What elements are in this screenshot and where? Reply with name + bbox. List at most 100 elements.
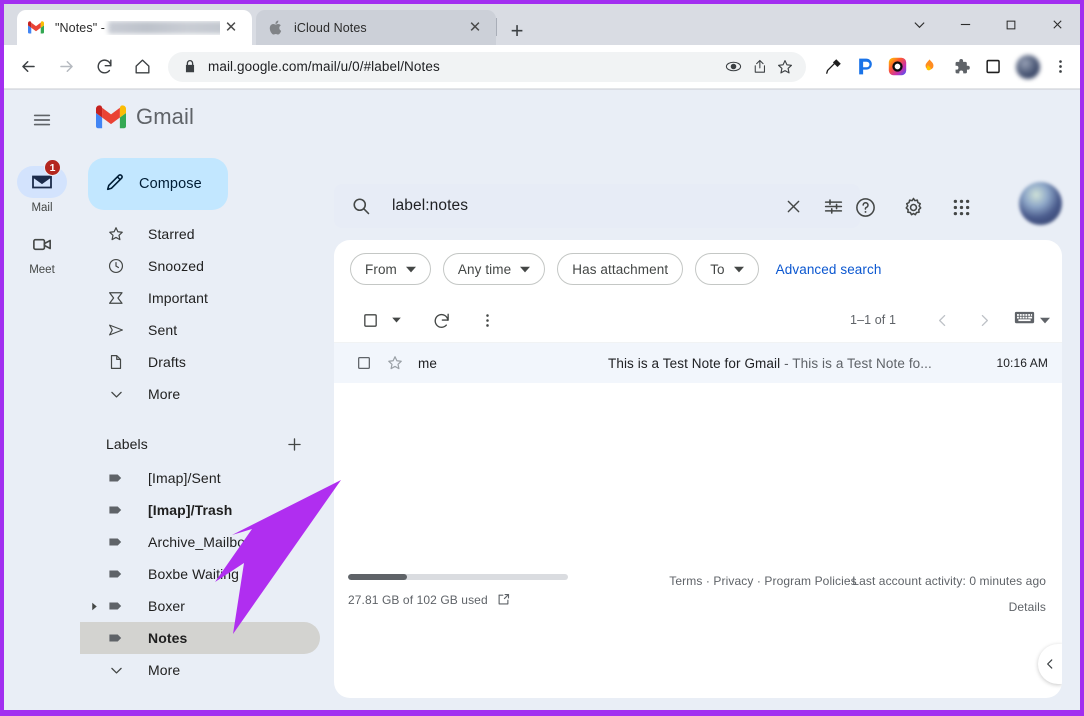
sidebar-label-text: Boxbe Waiting List — [148, 566, 265, 582]
activity-details-link[interactable]: Details — [852, 600, 1046, 614]
chevron-down-icon — [406, 266, 416, 273]
keyboard-shortcut-control[interactable] — [1014, 310, 1050, 330]
view-icon[interactable] — [720, 54, 746, 80]
collapse-panel-button[interactable] — [1038, 644, 1062, 684]
share-icon[interactable] — [746, 54, 772, 80]
browser-tab-gmail[interactable]: "Notes" - ✕ — [17, 10, 252, 45]
home-icon[interactable] — [128, 53, 156, 81]
chevron-down-icon[interactable] — [896, 4, 942, 45]
filter-chip-any-time[interactable]: Any time — [443, 253, 545, 285]
eyedropper-icon[interactable] — [820, 54, 846, 80]
back-arrow-icon[interactable] — [14, 53, 42, 81]
puzzle-extensions-icon[interactable] — [948, 54, 974, 80]
browser-profile-avatar[interactable] — [1016, 55, 1040, 79]
reload-icon[interactable] — [90, 53, 118, 81]
sidebar-item-drafts[interactable]: Drafts — [80, 346, 320, 378]
gmail-nav-list: Starred Snoozed Important — [80, 218, 334, 410]
chip-label: Has attachment — [572, 262, 668, 277]
browser-toolbar: mail.google.com/mail/u/0/#label/Notes — [4, 45, 1080, 89]
minimize-icon[interactable] — [942, 4, 988, 45]
sidebar-label-imap-sent[interactable]: [Imap]/Sent — [80, 462, 320, 494]
pdf-extension-icon[interactable] — [852, 54, 878, 80]
chevron-down-icon — [734, 266, 744, 273]
checkbox-icon[interactable] — [354, 353, 374, 373]
account-avatar[interactable] — [1019, 182, 1062, 225]
mail-list-card: From Any time Has attachment To — [334, 240, 1062, 698]
gmail-app: 1 Mail Meet — [4, 90, 1080, 710]
storage-section: 27.81 GB of 102 GB used — [348, 570, 598, 607]
close-icon[interactable] — [1034, 4, 1080, 45]
gmail-footer: 27.81 GB of 102 GB used Terms · Privacy … — [348, 570, 1046, 620]
filter-chip-to[interactable]: To — [695, 253, 758, 285]
sidebar-label-text: Notes — [148, 630, 187, 646]
browser-tab-icloud[interactable]: iCloud Notes ✕ — [256, 10, 496, 45]
video-camera-icon — [17, 228, 67, 260]
sidebar-label-text: [Imap]/Trash — [148, 502, 232, 518]
bookmark-star-icon[interactable] — [772, 54, 798, 80]
chevron-down-icon — [1040, 317, 1050, 324]
forward-arrow-icon — [52, 53, 80, 81]
keyboard-icon — [1014, 310, 1035, 330]
google-apps-icon[interactable] — [944, 190, 978, 224]
star-outline-icon[interactable] — [384, 352, 406, 374]
sidebar-item-more[interactable]: More — [80, 378, 320, 410]
refresh-icon[interactable] — [425, 304, 457, 336]
mail-list: me This is a Test Note for Gmail - This … — [334, 342, 1062, 383]
hamburger-menu-icon[interactable] — [26, 104, 58, 136]
rail-item-mail[interactable]: 1 Mail — [4, 166, 80, 214]
sidebar-item-important[interactable]: Important — [80, 282, 320, 314]
chevron-right-icon[interactable] — [89, 601, 99, 611]
advanced-search-link[interactable]: Advanced search — [776, 262, 882, 277]
sidebar-labels-more[interactable]: More — [80, 654, 320, 686]
external-link-icon[interactable] — [496, 592, 511, 607]
sidebar-label-notes[interactable]: Notes — [80, 622, 320, 654]
three-dot-menu-icon[interactable] — [1048, 58, 1072, 75]
new-tab-button[interactable]: + — [504, 18, 530, 44]
close-icon[interactable]: ✕ — [220, 17, 242, 39]
sidebar-item-starred[interactable]: Starred — [80, 218, 320, 250]
camera-extension-icon[interactable] — [884, 54, 910, 80]
rail-item-meet[interactable]: Meet — [4, 228, 80, 276]
honey-extension-icon[interactable] — [916, 54, 942, 80]
sidebar-item-snoozed[interactable]: Snoozed — [80, 250, 320, 282]
checkbox-icon[interactable] — [354, 304, 386, 336]
sidebar-item-label: More — [148, 386, 180, 402]
three-dot-menu-icon[interactable] — [471, 304, 503, 336]
chevron-down-icon — [106, 384, 126, 404]
gmail-logo[interactable]: Gmail — [96, 104, 194, 130]
sidebar-item-sent[interactable]: Sent — [80, 314, 320, 346]
chevron-right-icon[interactable] — [968, 304, 1000, 336]
browser-tab-title: "Notes" - — [55, 21, 220, 35]
sidepanel-icon[interactable] — [980, 54, 1006, 80]
pencil-icon — [104, 171, 126, 198]
settings-gear-icon[interactable] — [896, 190, 930, 224]
filter-chip-has-attachment[interactable]: Has attachment — [557, 253, 683, 285]
search-bar[interactable]: label:notes — [334, 184, 860, 228]
search-input[interactable]: label:notes — [392, 197, 778, 215]
sidebar-item-label: Sent — [148, 322, 177, 338]
sidebar-label-archive-mailbox[interactable]: Archive_Mailbox — [80, 526, 320, 558]
sidebar-label-imap-trash[interactable]: [Imap]/Trash 6 — [80, 494, 320, 526]
search-options-icon[interactable] — [818, 191, 848, 221]
sidebar-label-boxbe-waiting-list[interactable]: Boxbe Waiting List — [80, 558, 320, 590]
table-row[interactable]: me This is a Test Note for Gmail - This … — [334, 343, 1062, 383]
sidebar-label-boxer[interactable]: Boxer — [80, 590, 320, 622]
compose-label: Compose — [139, 176, 202, 192]
close-icon[interactable] — [778, 191, 808, 221]
storage-progress-fill — [348, 574, 407, 580]
pagination-count: 1–1 of 1 — [850, 313, 896, 327]
address-bar[interactable]: mail.google.com/mail/u/0/#label/Notes — [168, 52, 806, 82]
search-icon[interactable] — [350, 195, 372, 217]
mail-unread-badge: 1 — [44, 159, 61, 176]
filter-chip-from[interactable]: From — [350, 253, 431, 285]
select-all-control[interactable] — [354, 304, 401, 336]
compose-button[interactable]: Compose — [88, 158, 228, 210]
chevron-left-icon[interactable] — [926, 304, 958, 336]
chevron-down-icon — [106, 660, 126, 680]
help-icon[interactable] — [848, 190, 882, 224]
close-icon[interactable]: ✕ — [464, 17, 486, 39]
plus-icon[interactable] — [285, 435, 320, 454]
chevron-down-icon[interactable] — [392, 317, 401, 323]
maximize-icon[interactable] — [988, 4, 1034, 45]
chip-label: Any time — [458, 262, 511, 277]
